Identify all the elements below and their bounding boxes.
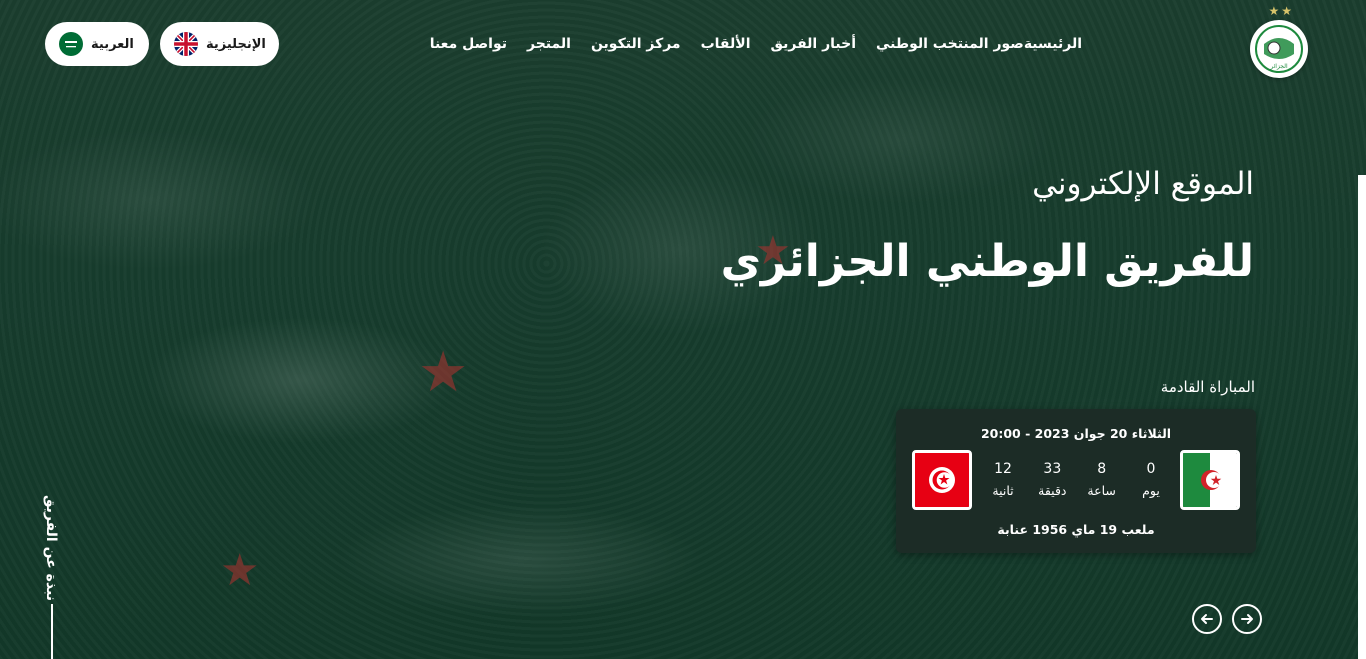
countdown-value: 8	[1097, 461, 1107, 477]
next-match-label: المباراة القادمة	[1160, 378, 1255, 396]
flag-star-decoration: ★	[220, 545, 260, 596]
next-slide-button[interactable]	[1232, 604, 1262, 634]
nav-contact[interactable]: تواصل معنا	[430, 36, 507, 52]
previous-slide-button[interactable]	[1192, 604, 1222, 634]
countdown: 0 يوم 8 ساعة 33 دقيقة 12 ثانية	[982, 461, 1172, 498]
arabic-language-button[interactable]: العربية	[45, 22, 149, 66]
side-link-line	[51, 604, 53, 659]
countdown-unit: دقيقة	[1038, 483, 1067, 498]
background-overlay	[0, 0, 1366, 659]
countdown-minutes: 33 دقيقة	[1031, 461, 1073, 498]
uk-flag-icon	[174, 32, 198, 56]
tunisia-flag-icon	[912, 450, 972, 510]
logo-caption: الجزائر	[1269, 63, 1288, 70]
federation-logo[interactable]: الجزائر	[1250, 20, 1308, 78]
algeria-flag-icon	[1180, 450, 1240, 510]
countdown-unit: ساعة	[1087, 483, 1116, 498]
countdown-value: 12	[994, 461, 1012, 477]
countdown-value: 33	[1043, 461, 1062, 477]
countdown-unit: يوم	[1142, 483, 1160, 498]
countdown-unit: ثانية	[992, 483, 1014, 498]
match-venue: ملعب 19 ماي 1956 عنابة	[997, 522, 1155, 537]
nav-team-photos[interactable]: صور المنتخب الوطني	[876, 36, 1024, 52]
hero-subtitle: الموقع الإلكتروني	[1032, 166, 1254, 202]
countdown-value: 0	[1146, 461, 1156, 477]
countdown-seconds: 12 ثانية	[982, 461, 1024, 498]
logo-stars: ★★	[1268, 4, 1294, 18]
main-nav: الرئيسية صور المنتخب الوطني أخبار الفريق…	[430, 36, 1082, 52]
arrow-left-icon	[1201, 614, 1213, 624]
nav-store[interactable]: المتجر	[527, 36, 571, 52]
nav-home[interactable]: الرئيسية	[1024, 36, 1082, 52]
saudi-flag-icon	[59, 32, 83, 56]
arrow-right-icon	[1241, 614, 1253, 624]
countdown-days: 0 يوم	[1130, 461, 1172, 498]
flag-star-decoration: ★	[418, 340, 469, 405]
next-match-card[interactable]: الثلاثاء 20 جوان 2023 - 20:00 0 يوم 8 سا…	[896, 409, 1256, 553]
hero-title: للفريق الوطني الجزائري	[720, 236, 1254, 287]
english-language-label: الإنجليزية	[206, 36, 266, 52]
arabic-language-label: العربية	[91, 36, 134, 52]
nav-training-center[interactable]: مركز التكوين	[591, 36, 681, 52]
countdown-hours: 8 ساعة	[1081, 461, 1123, 498]
match-date: الثلاثاء 20 جوان 2023 - 20:00	[980, 426, 1172, 441]
nav-team-news[interactable]: أخبار الفريق	[771, 36, 857, 52]
logo-emblem-icon: الجزائر	[1255, 25, 1303, 73]
nav-titles[interactable]: الألقاب	[701, 36, 751, 52]
english-language-button[interactable]: الإنجليزية	[160, 22, 279, 66]
about-team-link[interactable]: نبذة عن الفريق	[43, 495, 59, 601]
scrollbar[interactable]	[1358, 175, 1366, 659]
